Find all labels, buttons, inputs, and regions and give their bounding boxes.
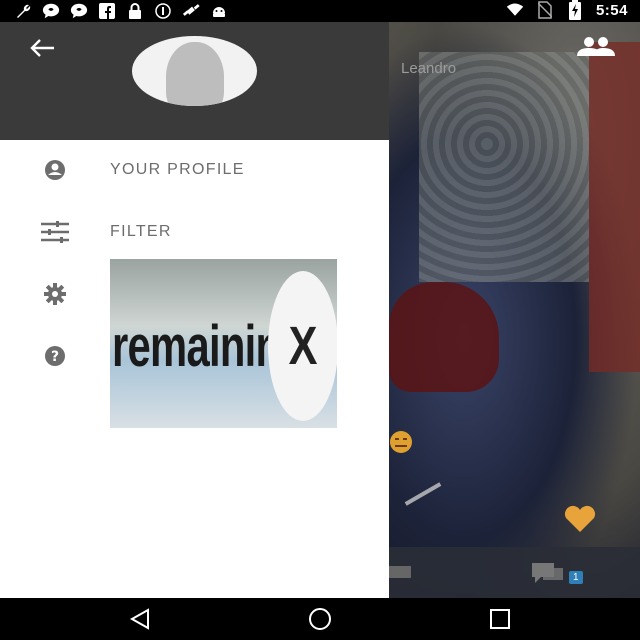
chat-icon — [532, 563, 563, 583]
drawer-header — [0, 22, 389, 140]
satellite-icon — [182, 2, 200, 20]
control-button[interactable] — [389, 566, 411, 578]
heart-icon[interactable] — [563, 504, 597, 539]
android-icon — [210, 2, 228, 20]
chat-badge: 1 — [569, 571, 583, 584]
chat-bubble-icon — [70, 2, 88, 20]
system-navigation-bar — [0, 598, 640, 640]
navigation-drawer: YOUR PROFILE FILTER ? remaining X — [0, 22, 389, 598]
bottom-controls — [389, 547, 640, 598]
battery-charging-icon — [566, 0, 584, 20]
system-icons: 5:54 — [506, 0, 628, 20]
background-pattern — [419, 52, 589, 282]
back-triangle-icon[interactable] — [126, 608, 154, 630]
avatar[interactable] — [132, 36, 257, 106]
status-bar: 5:54 — [0, 0, 640, 22]
background-fabric — [589, 42, 640, 372]
ad-banner[interactable]: remaining X — [110, 259, 337, 428]
ad-close-button[interactable]: X — [268, 271, 337, 421]
background-hood — [389, 282, 499, 392]
close-icon: X — [288, 316, 318, 376]
light-streak — [404, 482, 442, 506]
wrench-icon — [14, 2, 32, 20]
wifi-icon — [506, 1, 524, 19]
caller-name: Leandro — [401, 60, 457, 77]
angry-emoji-icon — [389, 430, 419, 459]
help-icon: ? — [38, 345, 72, 367]
menu-item-label: YOUR PROFILE — [110, 161, 245, 178]
svg-text:?: ? — [51, 349, 59, 365]
chat-bubble-icon — [42, 2, 60, 20]
no-sim-icon — [536, 1, 554, 19]
info-circle-icon — [154, 2, 172, 20]
sliders-icon — [38, 221, 72, 243]
notification-icons — [14, 2, 228, 20]
people-icon[interactable] — [574, 36, 618, 63]
menu-item-your-profile[interactable]: YOUR PROFILE — [0, 150, 389, 190]
menu-item-filter[interactable]: FILTER — [0, 212, 389, 252]
facebook-icon — [98, 2, 116, 20]
chat-button[interactable]: 1 — [531, 562, 583, 584]
avatar-silhouette — [166, 42, 224, 106]
home-circle-icon[interactable] — [306, 608, 334, 630]
recents-square-icon[interactable] — [486, 608, 514, 630]
lock-icon — [126, 2, 144, 20]
clock: 5:54 — [595, 1, 628, 19]
menu-item-label: FILTER — [110, 223, 172, 240]
account-circle-icon — [38, 159, 72, 181]
video-feed[interactable]: Leandro 1 — [389, 22, 640, 598]
back-arrow-icon[interactable] — [28, 36, 58, 60]
gear-icon — [38, 283, 72, 305]
